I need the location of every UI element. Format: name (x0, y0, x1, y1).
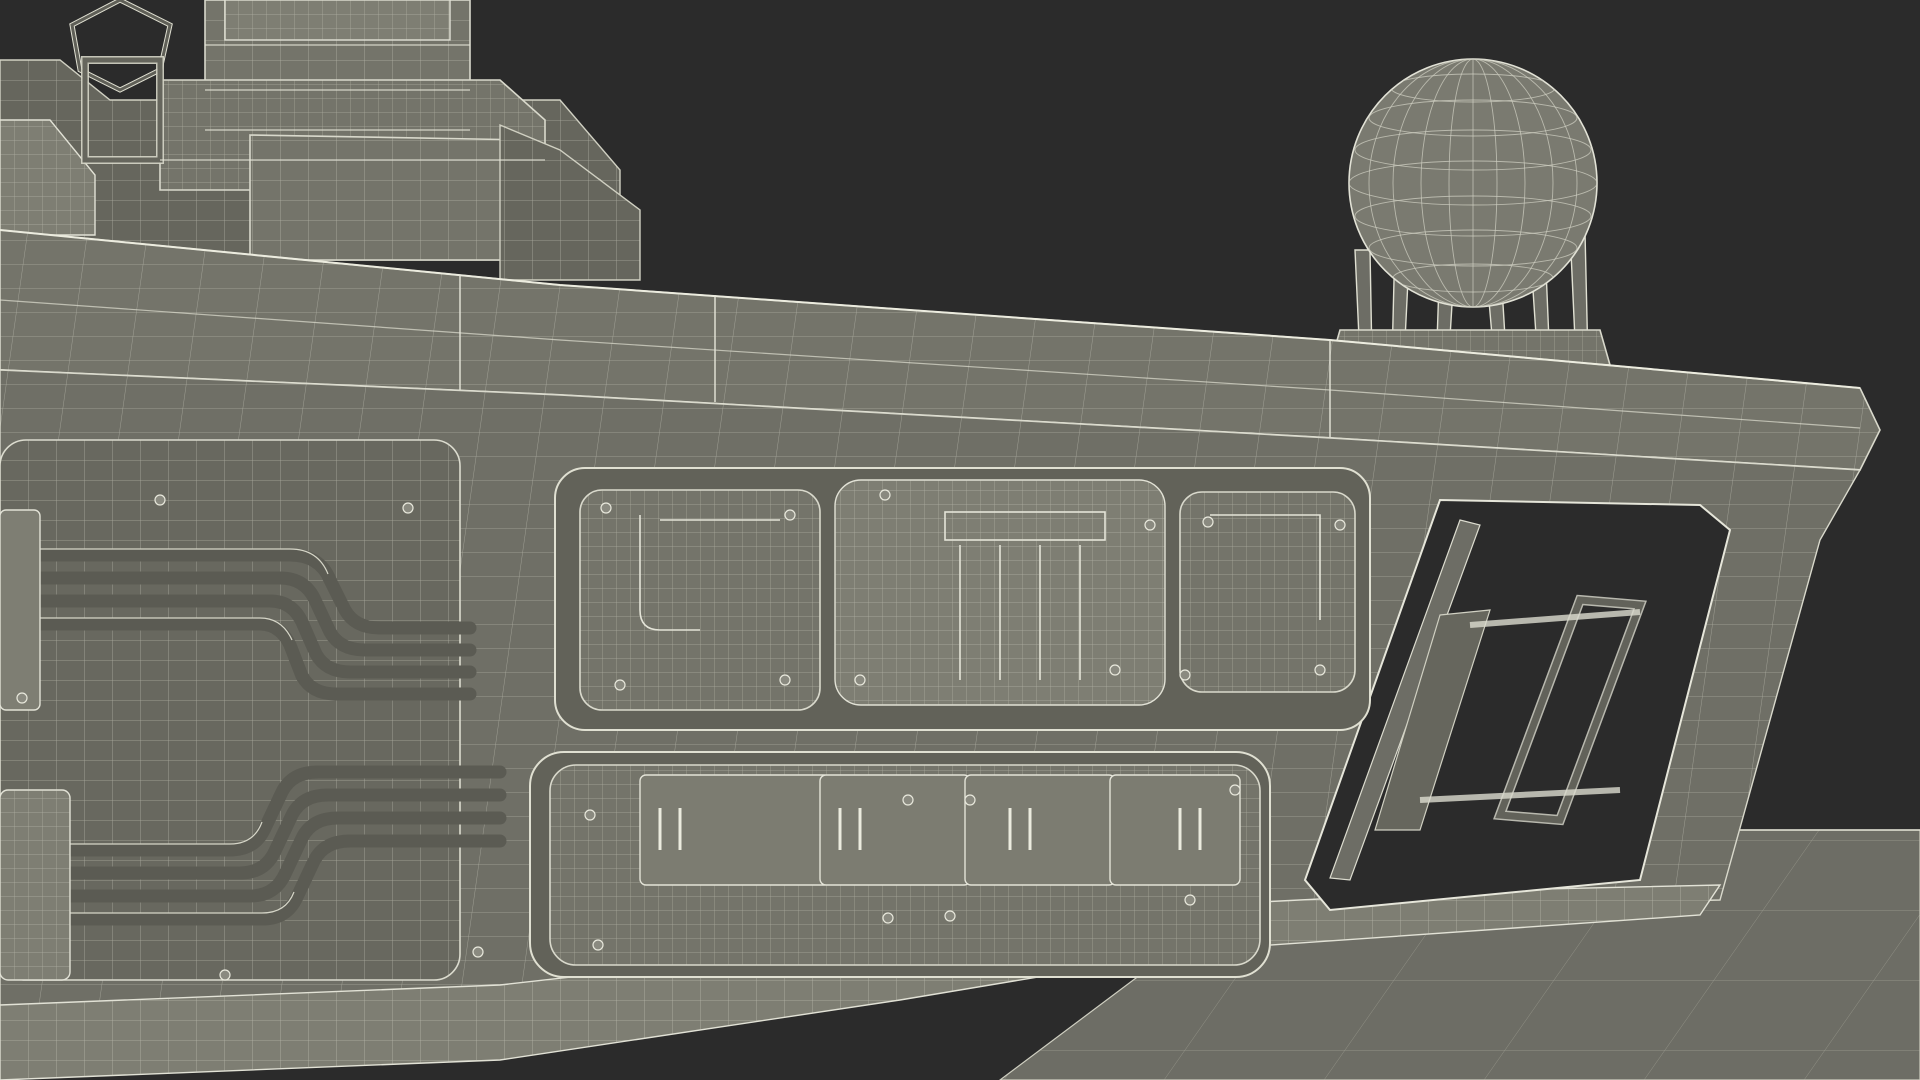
lower-equipment-panel (529, 751, 1271, 978)
wireframe-render (0, 0, 1920, 1080)
upper-equipment-panel (554, 467, 1371, 731)
pipe-panel (0, 439, 507, 981)
